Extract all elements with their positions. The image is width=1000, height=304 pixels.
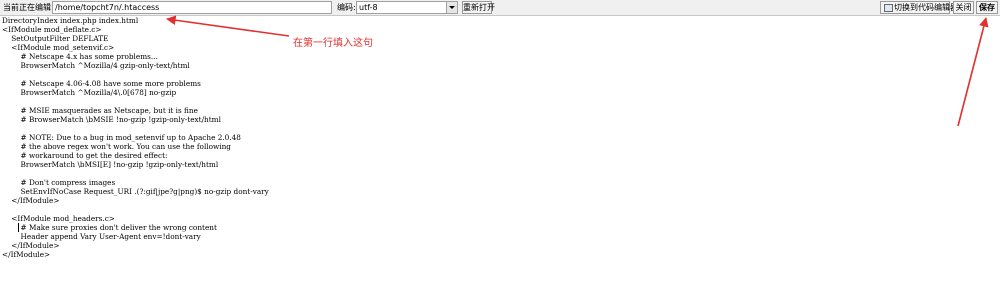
chevron-down-icon[interactable] — [446, 2, 457, 13]
code-line[interactable]: BrowserMatch ^Mozilla/4 gzip-only-text/h… — [2, 61, 190, 70]
annotation-text: 在第一行填入这句 — [293, 38, 373, 49]
reopen-button[interactable]: 重新打开 — [462, 1, 495, 14]
code-line[interactable]: # workaround to get the desired effect: — [2, 151, 168, 160]
switch-editor-button[interactable]: 切换到代码编辑器 — [880, 1, 958, 14]
code-line[interactable]: # Don't compress images — [2, 178, 116, 187]
code-line[interactable]: # Make sure proxies don't deliver the wr… — [2, 223, 217, 232]
code-line[interactable]: <IfModule mod_setenvif.c> — [2, 43, 114, 52]
code-line[interactable]: SetOutputFilter DEFLATE — [2, 34, 108, 43]
encoding-select[interactable]: utf-8 — [356, 1, 458, 14]
close-button[interactable]: 关闭 — [953, 1, 974, 14]
encoding-label: 编码: — [337, 3, 356, 12]
code-line[interactable]: <IfModule mod_headers.c> — [2, 214, 115, 223]
code-line[interactable]: # MSIE masquerades as Netscape, but it i… — [2, 106, 198, 115]
code-line[interactable]: Header append Vary User-Agent env=!dont-… — [2, 232, 201, 241]
editing-label: 当前正在编辑: — [3, 3, 54, 12]
code-line[interactable]: <IfModule mod_deflate.c> — [2, 25, 102, 34]
code-line[interactable]: </IfModule> — [2, 241, 59, 250]
code-line[interactable]: BrowserMatch \bMSI[E] !no-gzip !gzip-onl… — [2, 160, 219, 169]
encoding-value: utf-8 — [359, 3, 378, 12]
code-line[interactable]: # the above regex won't work. You can us… — [2, 142, 231, 151]
file-path-field[interactable] — [52, 1, 332, 14]
code-line[interactable]: # BrowserMatch \bMSIE !no-gzip !gzip-onl… — [2, 115, 221, 124]
editor-toolbar: 当前正在编辑: 编码: utf-8 重新打开 切换到代码编辑器 关闭 保存 — [0, 0, 1000, 16]
switch-editor-label: 切换到代码编辑器 — [894, 3, 958, 12]
text-caret — [18, 223, 19, 232]
code-line[interactable]: SetEnvIfNoCase Request_URI .(?:gif|jpe?g… — [2, 187, 269, 196]
code-line[interactable]: # Netscape 4.06-4.08 have some more prob… — [2, 79, 201, 88]
code-line[interactable]: </IfModule> — [2, 250, 50, 259]
code-line[interactable]: # NOTE: Due to a bug in mod_setenvif up … — [2, 133, 241, 142]
code-line[interactable]: DirectoryIndex index.php index.html — [2, 16, 138, 25]
code-editor[interactable]: DirectoryIndex index.php index.html <IfM… — [2, 16, 998, 304]
code-editor-icon — [884, 4, 893, 12]
code-line[interactable]: </IfModule> — [2, 196, 59, 205]
save-button[interactable]: 保存 — [976, 1, 998, 14]
code-line[interactable]: BrowserMatch ^Mozilla/4\.0[678] no-gzip — [2, 88, 177, 97]
code-line[interactable]: # Netscape 4.x has some problems... — [2, 52, 158, 61]
